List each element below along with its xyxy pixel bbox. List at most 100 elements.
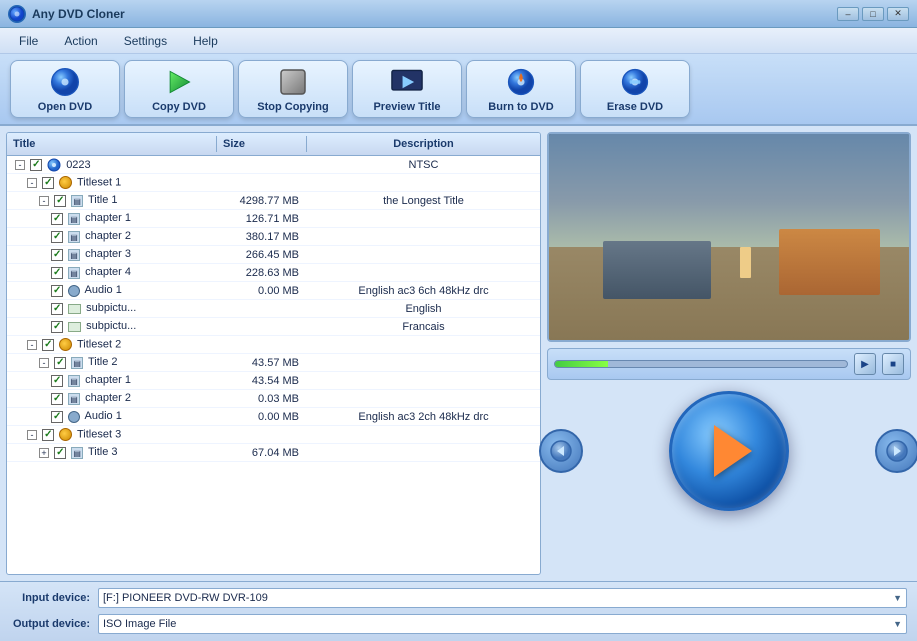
tree-body[interactable]: - 0223 NTSC - Title <box>7 156 540 574</box>
expand-button[interactable]: + <box>39 448 49 458</box>
menu-file[interactable]: File <box>6 30 51 52</box>
tree-cell-desc: English ac3 6ch 48kHz drc <box>307 284 540 298</box>
video-preview <box>547 132 911 342</box>
tree-cell-title: subpictu... <box>7 301 217 315</box>
preview-title-label: Preview Title <box>373 101 440 113</box>
tree-cell-title: - Titleset 3 <box>7 427 217 442</box>
table-row[interactable]: Audio 1 0.00 MB English ac3 6ch 48kHz dr… <box>7 282 540 300</box>
menu-settings[interactable]: Settings <box>111 30 180 52</box>
close-button[interactable]: ✕ <box>887 7 909 21</box>
tree-cell-size <box>217 164 307 166</box>
dropdown-arrow-icon: ▼ <box>893 619 902 629</box>
input-device-select[interactable]: [F:] PIONEER DVD-RW DVR-109 ▼ <box>98 588 907 608</box>
tree-cell-size: 43.54 MB <box>217 374 307 388</box>
row-checkbox[interactable] <box>51 375 63 387</box>
table-row[interactable]: - 0223 NTSC <box>7 156 540 174</box>
input-device-label: Input device: <box>10 592 90 604</box>
expand-button[interactable]: - <box>15 160 25 170</box>
row-checkbox[interactable] <box>51 249 63 261</box>
tree-cell-size: 266.45 MB <box>217 248 307 262</box>
tree-cell-size: 67.04 MB <box>217 446 307 460</box>
tree-cell-title: - Titleset 2 <box>7 337 217 352</box>
row-checkbox[interactable] <box>51 303 63 315</box>
stop-button[interactable]: ■ <box>882 353 904 375</box>
expand-button[interactable]: - <box>39 196 49 206</box>
output-device-select[interactable]: ISO Image File ▼ <box>98 614 907 634</box>
table-row[interactable]: subpictu... English <box>7 300 540 318</box>
row-checkbox[interactable] <box>51 411 63 423</box>
tree-cell-desc <box>307 380 540 382</box>
tree-cell-desc <box>307 218 540 220</box>
table-row[interactable]: - Titleset 2 <box>7 336 540 354</box>
expand-button[interactable]: - <box>27 178 37 188</box>
row-checkbox[interactable] <box>42 339 54 351</box>
big-play-area <box>547 386 911 516</box>
next-chapter-button[interactable] <box>875 429 917 473</box>
film-icon: ▤ <box>68 231 80 243</box>
film-icon: ▤ <box>68 375 80 387</box>
burn-dvd-label: Burn to DVD <box>488 101 553 113</box>
row-checkbox[interactable] <box>42 429 54 441</box>
tree-cell-desc <box>307 434 540 436</box>
main-play-button[interactable] <box>669 391 789 511</box>
row-checkbox[interactable] <box>54 195 66 207</box>
tree-cell-size: 4298.77 MB <box>217 194 307 208</box>
table-row[interactable]: ▤ chapter 1 43.54 MB <box>7 372 540 390</box>
prev-chapter-button[interactable] <box>539 429 583 473</box>
row-checkbox[interactable] <box>51 231 63 243</box>
restore-button[interactable]: □ <box>862 7 884 21</box>
table-row[interactable]: ▤ chapter 4 228.63 MB <box>7 264 540 282</box>
tree-cell-title: ▤ chapter 1 <box>7 373 217 387</box>
row-checkbox[interactable] <box>51 213 63 225</box>
audio-icon <box>68 411 80 423</box>
output-device-row: Output device: ISO Image File ▼ <box>10 614 907 634</box>
erase-dvd-button[interactable]: Erase DVD <box>580 60 690 118</box>
dropdown-arrow-icon: ▼ <box>893 593 902 603</box>
table-row[interactable]: Audio 1 0.00 MB English ac3 2ch 48kHz dr… <box>7 408 540 426</box>
row-checkbox[interactable] <box>51 321 63 333</box>
table-row[interactable]: - Titleset 3 <box>7 426 540 444</box>
table-row[interactable]: - ▤ Title 1 4298.77 MB the Longest Title <box>7 192 540 210</box>
tree-cell-size: 0.00 MB <box>217 410 307 424</box>
open-dvd-button[interactable]: Open DVD <box>10 60 120 118</box>
titleset-icon <box>59 338 72 351</box>
tree-cell-size <box>217 326 307 328</box>
open-dvd-label: Open DVD <box>38 101 92 113</box>
expand-button[interactable]: - <box>39 358 49 368</box>
table-row[interactable]: - ▤ Title 2 43.57 MB <box>7 354 540 372</box>
play-button[interactable]: ▶ <box>854 353 876 375</box>
row-checkbox[interactable] <box>51 267 63 279</box>
row-checkbox[interactable] <box>54 447 66 459</box>
input-device-value: [F:] PIONEER DVD-RW DVR-109 <box>103 592 268 604</box>
minimize-button[interactable]: – <box>837 7 859 21</box>
table-row[interactable]: ▤ chapter 2 380.17 MB <box>7 228 540 246</box>
tree-cell-size: 380.17 MB <box>217 230 307 244</box>
tree-cell-desc: English ac3 2ch 48kHz drc <box>307 410 540 424</box>
tree-cell-size: 0.00 MB <box>217 284 307 298</box>
row-checkbox[interactable] <box>51 285 63 297</box>
input-device-row: Input device: [F:] PIONEER DVD-RW DVR-10… <box>10 588 907 608</box>
preview-title-button[interactable]: Preview Title <box>352 60 462 118</box>
tree-cell-desc <box>307 254 540 256</box>
burn-dvd-button[interactable]: Burn to DVD <box>466 60 576 118</box>
row-checkbox[interactable] <box>42 177 54 189</box>
expand-button[interactable]: - <box>27 430 37 440</box>
menu-help[interactable]: Help <box>180 30 231 52</box>
table-row[interactable]: ▤ chapter 1 126.71 MB <box>7 210 540 228</box>
table-row[interactable]: ▤ chapter 2 0.03 MB <box>7 390 540 408</box>
copy-dvd-button[interactable]: Copy DVD <box>124 60 234 118</box>
row-checkbox[interactable] <box>54 357 66 369</box>
table-row[interactable]: + ▤ Title 3 67.04 MB <box>7 444 540 462</box>
row-checkbox[interactable] <box>51 393 63 405</box>
progress-bar[interactable] <box>554 360 848 368</box>
expand-button[interactable]: - <box>27 340 37 350</box>
menu-action[interactable]: Action <box>51 30 110 52</box>
stop-copying-label: Stop Copying <box>257 101 329 113</box>
tree-cell-desc <box>307 182 540 184</box>
table-row[interactable]: - Titleset 1 <box>7 174 540 192</box>
audio-icon <box>68 285 80 297</box>
table-row[interactable]: subpictu... Francais <box>7 318 540 336</box>
row-checkbox[interactable] <box>30 159 42 171</box>
stop-copying-button[interactable]: Stop Copying <box>238 60 348 118</box>
table-row[interactable]: ▤ chapter 3 266.45 MB <box>7 246 540 264</box>
